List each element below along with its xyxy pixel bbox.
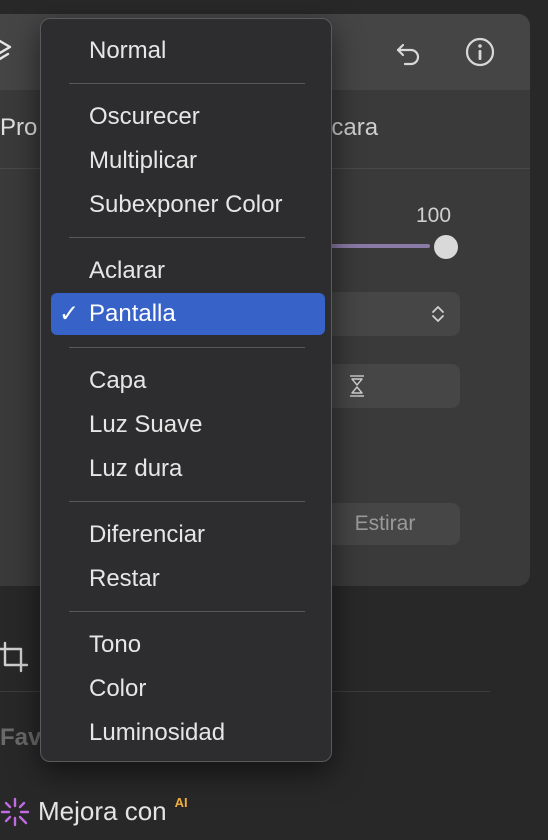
menu-item-label: Diferenciar [89,521,206,548]
menu-item-label: Aclarar [89,257,166,284]
menu-item-color[interactable]: Color [51,669,325,709]
menu-item-label: Pantalla [89,300,176,327]
checkmark-icon: ✓ [59,300,80,328]
blend-mode-menu: Normal Oscurecer Multiplicar Subexponer … [40,18,332,762]
crop-icon[interactable] [0,640,30,674]
stretch-button-label: Estirar [354,512,416,535]
align-icon [350,375,364,397]
info-icon[interactable] [464,36,496,68]
menu-item-restar[interactable]: Restar [51,559,325,599]
blend-mode-select[interactable] [310,292,460,336]
ai-enhance-label: Mejora con [38,796,167,826]
menu-separator [69,347,305,348]
layers-icon[interactable] [0,34,16,70]
menu-item-tono[interactable]: Tono [51,625,325,665]
undo-icon[interactable] [392,36,424,68]
menu-item-label: Capa [89,367,147,394]
favorites-heading: Fav [0,724,42,751]
menu-item-capa[interactable]: Capa [51,361,325,401]
ai-enhance-button[interactable]: Mejora con AI [0,795,188,827]
menu-item-diferenciar[interactable]: Diferenciar [51,515,325,555]
menu-item-oscurecer[interactable]: Oscurecer [51,97,325,137]
menu-item-label: Luz dura [89,455,183,482]
menu-separator [69,501,305,502]
ai-badge: AI [174,795,188,810]
menu-item-label: Oscurecer [89,103,200,130]
menu-item-luz-dura[interactable]: Luz dura [51,449,325,489]
tab-properties[interactable]: Pro [0,114,37,142]
menu-item-subexponer-color[interactable]: Subexponer Color [51,185,325,225]
menu-item-label: Normal [89,37,167,64]
menu-separator [69,83,305,84]
menu-separator [69,611,305,612]
alignment-field[interactable] [310,364,460,408]
opacity-value: 100 [416,204,452,227]
menu-item-aclarar[interactable]: Aclarar [51,251,325,291]
menu-item-luminosidad[interactable]: Luminosidad [51,713,325,753]
menu-item-label: Luminosidad [89,719,226,746]
menu-item-luz-suave[interactable]: Luz Suave [51,405,325,445]
menu-item-label: Luz Suave [89,411,203,438]
menu-separator [69,237,305,238]
stretch-button[interactable]: Estirar [310,503,460,545]
menu-item-label: Restar [89,565,160,592]
menu-item-normal[interactable]: Normal [51,31,325,71]
menu-item-label: Subexponer Color [89,191,283,218]
menu-item-label: Multiplicar [89,147,198,174]
chevron-updown-icon [432,306,444,322]
menu-item-pantalla[interactable]: ✓ Pantalla [51,293,325,335]
menu-item-label: Tono [89,631,142,658]
opacity-slider-thumb[interactable] [434,235,458,259]
sparkle-icon [0,797,30,826]
menu-item-multiplicar[interactable]: Multiplicar [51,141,325,181]
menu-item-label: Color [89,675,147,702]
